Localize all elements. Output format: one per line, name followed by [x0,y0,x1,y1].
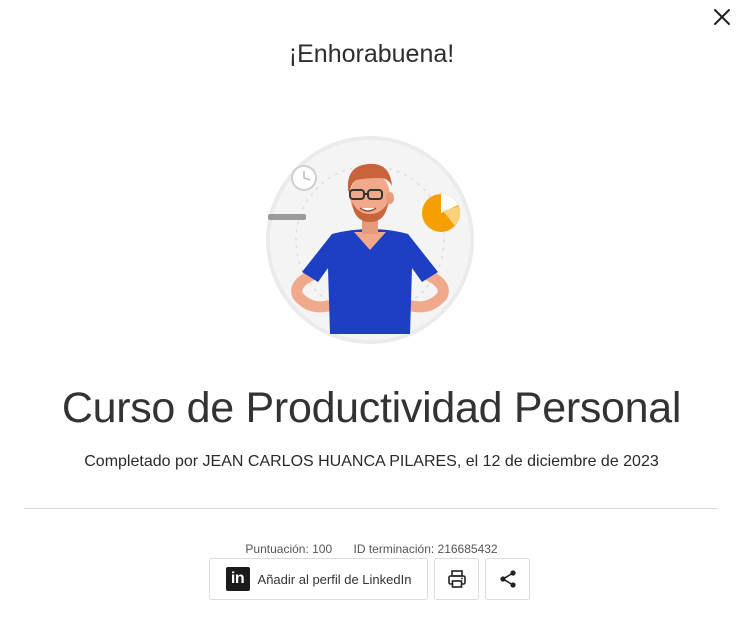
close-icon [714,9,730,25]
share-button[interactable] [485,558,530,600]
pie-chart-icon [422,194,461,232]
completion-statement: Completado por JEAN CARLOS HUANCA PILARE… [84,453,659,470]
add-to-linkedin-label: Añadir al perfil de LinkedIn [257,571,412,587]
score-label: Puntuación: 100 [245,542,333,556]
close-button[interactable] [709,4,735,30]
clock-icon [291,165,317,191]
action-bar: in Añadir al perfil de LinkedIn [209,558,530,600]
add-to-linkedin-button[interactable]: in Añadir al perfil de LinkedIn [209,558,428,600]
printer-icon [447,570,466,588]
course-illustration [262,134,478,344]
course-title: Curso de Productividad Personal [61,384,682,432]
completion-id-label: ID terminación: 216685432 [353,542,498,556]
dialog-title: ¡Enhorabuena! [288,40,455,68]
linkedin-icon: in [225,567,250,591]
divider [24,508,718,509]
print-button[interactable] [434,558,479,600]
completion-meta: Puntuación: 100 ID terminación: 21668543… [0,542,743,556]
share-icon [499,570,516,588]
